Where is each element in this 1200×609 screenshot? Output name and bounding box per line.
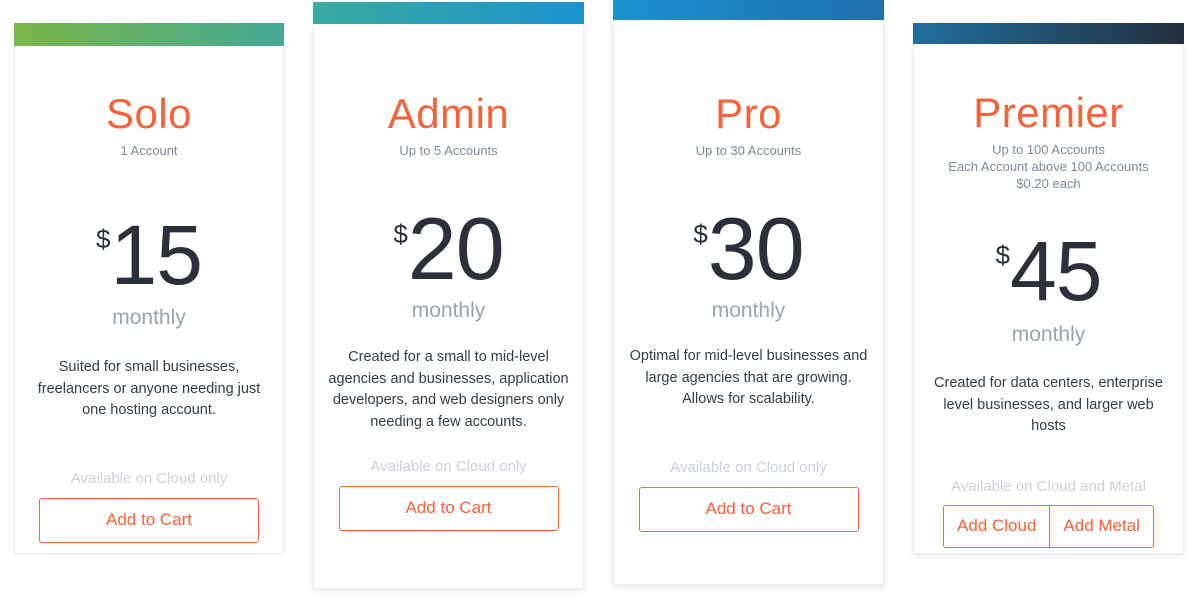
price-amount: 20 (407, 199, 505, 298)
plan-subtitle-line: Each Account above 100 Accounts (948, 159, 1149, 174)
plan-body-admin: Admin Up to 5 Accounts $20 monthly Creat… (314, 24, 583, 588)
plan-card-solo[interactable]: Solo 1 Account $15 monthly Suited for sm… (14, 23, 284, 554)
plan-price: $15 (27, 213, 271, 297)
plan-accent-bar-pro (613, 0, 884, 20)
add-metal-button[interactable]: Add Metal (1050, 505, 1153, 547)
plan-subtitle: 1 Account (120, 143, 178, 158)
currency-symbol: $ (693, 219, 708, 249)
currency-symbol: $ (995, 240, 1011, 270)
price-amount: 45 (1010, 224, 1102, 318)
plan-name: Pro (715, 90, 782, 137)
plan-subtitle: Up to 5 Accounts (399, 143, 498, 158)
billing-period: monthly (711, 299, 786, 322)
plan-subtitle: Up to 30 Accounts (695, 143, 802, 158)
plan-description: Suited for small businesses, freelancers… (37, 359, 261, 418)
plan-actions: Add to Cart (626, 486, 871, 532)
currency-symbol: $ (96, 224, 111, 254)
plan-body-premier: Premier Up to 100 Accounts Each Account … (914, 44, 1183, 553)
premier-action-group: Add Cloud Add Metal (943, 504, 1154, 548)
plan-price: $20 (326, 205, 571, 293)
plan-description: Optimal for mid-level businesses and lar… (629, 348, 868, 407)
plan-subtitle: Up to 100 Accounts Each Account above 10… (926, 141, 1171, 192)
add-to-cart-button[interactable]: Add to Cart (39, 497, 259, 543)
plan-name: Admin (387, 90, 510, 137)
plan-price: $30 (626, 205, 871, 293)
plan-body-solo: Solo 1 Account $15 monthly Suited for sm… (15, 46, 283, 553)
plan-subtitle-line: $0.20 each (1016, 176, 1081, 191)
add-cloud-button[interactable]: Add Cloud (944, 505, 1051, 547)
plan-subtitle-line: Up to 100 Accounts (992, 142, 1105, 157)
pricing-table: Solo 1 Account $15 monthly Suited for sm… (0, 0, 1200, 609)
plan-availability: Available on Cloud only (370, 458, 527, 475)
plan-accent-bar-admin (313, 2, 584, 24)
plan-body-pro: Pro Up to 30 Accounts $30 monthly Optima… (614, 20, 883, 584)
plan-accent-bar-solo (14, 23, 284, 46)
price-amount: 15 (110, 208, 203, 302)
plan-actions: Add to Cart (326, 486, 571, 531)
plan-description: Created for data centers, enterprise lev… (934, 375, 1163, 434)
add-to-cart-button[interactable]: Add to Cart (338, 486, 559, 531)
price-amount: 30 (707, 199, 805, 298)
add-to-cart-button[interactable]: Add to Cart (638, 486, 859, 532)
billing-period: monthly (112, 306, 186, 329)
billing-period: monthly (1011, 323, 1086, 346)
plan-description: Created for a small to mid-level agencie… (328, 349, 569, 430)
plan-name: Premier (973, 89, 1124, 136)
plan-name: Solo (105, 90, 193, 137)
billing-period: monthly (411, 299, 486, 322)
plan-card-admin[interactable]: Admin Up to 5 Accounts $20 monthly Creat… (313, 2, 584, 589)
currency-symbol: $ (393, 219, 408, 249)
plan-price: $45 (926, 229, 1171, 313)
plan-card-pro[interactable]: Pro Up to 30 Accounts $30 monthly Optima… (613, 0, 884, 585)
plan-actions: Add Cloud Add Metal (926, 504, 1171, 548)
plan-availability: Available on Cloud only (670, 458, 827, 476)
plan-card-premier[interactable]: Premier Up to 100 Accounts Each Account … (913, 23, 1184, 554)
plan-availability: Available on Cloud only (70, 469, 228, 487)
plan-accent-bar-premier (913, 23, 1184, 44)
plan-availability: Available on Cloud and Metal (951, 477, 1146, 495)
plan-actions: Add to Cart (27, 497, 271, 543)
